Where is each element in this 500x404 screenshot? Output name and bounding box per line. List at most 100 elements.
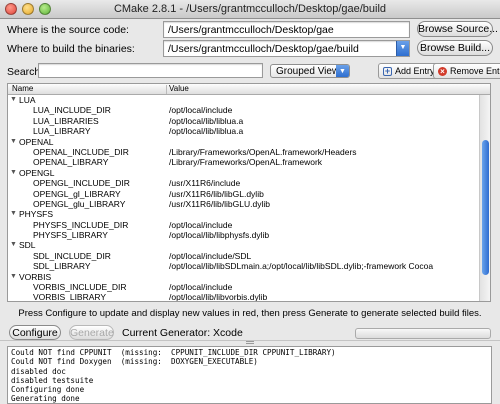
entry-value[interactable]: /Library/Frameworks/OpenAL.framework xyxy=(169,157,322,167)
column-header-value[interactable]: Value xyxy=(169,84,189,94)
entry-name: LUA_LIBRARY xyxy=(33,126,91,137)
tree-entry-row[interactable]: VORBIS_LIBRARY/opt/local/lib/libvorbis.d… xyxy=(8,292,480,302)
tree-group-name: SDL xyxy=(19,240,36,251)
entry-value[interactable]: /opt/local/lib/liblua.a xyxy=(169,116,243,126)
entry-value[interactable]: /usr/X11R6/include xyxy=(169,178,240,188)
entry-value[interactable]: /usr/X11R6/lib/libGL.dylib xyxy=(169,189,264,199)
disclosure-triangle-icon[interactable]: ▼ xyxy=(10,209,17,219)
tree-entry-row[interactable]: OPENGL_INCLUDE_DIR/usr/X11R6/include xyxy=(8,178,480,188)
window-title: CMake 2.8.1 - /Users/grantmcculloch/Desk… xyxy=(113,3,387,15)
tree-group-row[interactable]: ▼ VORBIS xyxy=(8,272,480,282)
source-path-input[interactable]: /Users/grantmcculloch/Desktop/gae xyxy=(163,21,410,38)
entry-name: VORBIS_LIBRARY xyxy=(33,292,107,302)
build-path-value: /Users/grantmcculloch/Desktop/gae/build xyxy=(168,43,359,55)
tree-entry-row[interactable]: LUA_LIBRARIES/opt/local/lib/liblua.a xyxy=(8,116,480,126)
entry-name: LUA_LIBRARIES xyxy=(33,115,99,126)
entry-value[interactable]: /opt/local/lib/libvorbis.dylib xyxy=(169,292,267,301)
current-generator: Current Generator: Xcode xyxy=(122,327,243,339)
log-line: disabled testsuite xyxy=(11,375,94,385)
cache-tree[interactable]: Name Value ▼ LUA LUA_INCLUDE_DIR/opt/local… xyxy=(7,83,491,302)
entry-name: OPENGL_glu_LIBRARY xyxy=(33,198,126,209)
tree-header: Name Value xyxy=(8,84,490,95)
tree-group-name: OPENGL xyxy=(19,167,55,178)
x-icon: × xyxy=(438,66,447,76)
tree-entry-row[interactable]: OPENGL_gl_LIBRARY/usr/X11R6/lib/libGL.dy… xyxy=(8,189,480,199)
output-log: Could NOT find CPPUNIT (missing: CPPUNIT… xyxy=(7,346,492,404)
entry-value[interactable]: /opt/local/include xyxy=(169,282,232,292)
tree-group-name: OPENAL xyxy=(19,136,54,147)
title-bar: CMake 2.8.1 - /Users/grantmcculloch/Desk… xyxy=(0,0,500,19)
log-line: disabled doc xyxy=(11,366,66,376)
tree-entry-row[interactable]: OPENAL_INCLUDE_DIR/Library/Frameworks/Op… xyxy=(8,147,480,157)
tree-entry-row[interactable]: LUA_INCLUDE_DIR/opt/local/include xyxy=(8,105,480,115)
entry-name: OPENAL_LIBRARY xyxy=(33,157,109,168)
remove-entry-label: Remove Entry xyxy=(450,66,500,76)
entry-name: LUA_INCLUDE_DIR xyxy=(33,105,111,116)
tree-group-row[interactable]: ▼ OPENAL xyxy=(8,137,480,147)
entry-name: OPENGL_gl_LIBRARY xyxy=(33,188,121,199)
view-select-value: Grouped View xyxy=(276,66,340,77)
disclosure-triangle-icon[interactable]: ▼ xyxy=(10,240,17,250)
log-line: Generating done xyxy=(11,394,80,404)
search-input[interactable] xyxy=(38,63,263,78)
disclosure-triangle-icon[interactable]: ▼ xyxy=(10,137,17,147)
hint-text: Press Configure to update and display ne… xyxy=(18,308,482,319)
entry-name: OPENGL_INCLUDE_DIR xyxy=(33,178,130,189)
entry-name: PHYSFS_LIBRARY xyxy=(33,230,108,241)
entry-name: SDL_INCLUDE_DIR xyxy=(33,250,111,261)
column-header-name[interactable]: Name xyxy=(12,84,33,94)
progress-bar xyxy=(355,328,491,339)
tree-group-row[interactable]: ▼ PHYSFS xyxy=(8,209,480,219)
remove-entry-button[interactable]: × Remove Entry xyxy=(433,63,500,79)
chevron-down-icon[interactable]: ▼ xyxy=(396,41,409,56)
entry-value[interactable]: /opt/local/lib/libSDLmain.a;/opt/local/l… xyxy=(169,261,433,271)
tree-rows: ▼ LUA LUA_INCLUDE_DIR/opt/local/include LUA… xyxy=(8,95,480,302)
entry-value[interactable]: /Library/Frameworks/OpenAL.framework/Hea… xyxy=(169,147,357,157)
tree-group-row[interactable]: ▼ OPENGL xyxy=(8,168,480,178)
log-line: Configuring done xyxy=(11,385,85,395)
source-label: Where is the source code: xyxy=(7,24,129,36)
tree-entry-row[interactable]: SDL_INCLUDE_DIR/opt/local/include/SDL xyxy=(8,251,480,261)
add-entry-button[interactable]: + Add Entry xyxy=(378,63,440,79)
entry-name: SDL_LIBRARY xyxy=(33,261,91,272)
entry-value[interactable]: /usr/X11R6/lib/libGLU.dylib xyxy=(169,199,270,209)
disclosure-triangle-icon[interactable]: ▼ xyxy=(10,95,17,105)
tree-entry-row[interactable]: SDL_LIBRARY/opt/local/lib/libSDLmain.a;/… xyxy=(8,261,480,271)
tree-group-name: PHYSFS xyxy=(19,209,54,220)
generate-button[interactable]: Generate xyxy=(69,325,114,340)
entry-name: VORBIS_INCLUDE_DIR xyxy=(33,282,127,293)
plus-icon: + xyxy=(383,65,392,76)
tree-group-name: VORBIS xyxy=(19,271,52,282)
entry-value[interactable]: /opt/local/lib/liblua.a xyxy=(169,126,243,136)
entry-value[interactable]: /opt/local/include/SDL xyxy=(169,251,251,261)
view-select[interactable]: Grouped View ▼ xyxy=(270,64,350,78)
main-content: Where is the source code: /Users/grantmc… xyxy=(0,19,500,404)
disclosure-triangle-icon[interactable]: ▼ xyxy=(10,168,17,178)
configure-button[interactable]: Configure xyxy=(9,325,61,340)
add-entry-label: Add Entry xyxy=(395,66,435,76)
log-line: Could NOT find CPPUNIT (missing: CPPUNIT… xyxy=(11,348,336,357)
tree-group-name: LUA xyxy=(19,95,36,105)
tree-entry-row[interactable]: OPENAL_LIBRARY/Library/Frameworks/OpenAL… xyxy=(8,157,480,167)
tree-vertical-scrollbar[interactable] xyxy=(479,95,490,301)
build-label: Where to build the binaries: xyxy=(7,43,135,55)
entry-value[interactable]: /opt/local/include xyxy=(169,105,232,115)
tree-entry-row[interactable]: LUA_LIBRARY/opt/local/lib/liblua.a xyxy=(8,126,480,136)
entry-name: OPENAL_INCLUDE_DIR xyxy=(33,146,129,157)
tree-entry-row[interactable]: PHYSFS_LIBRARY/opt/local/lib/libphysfs.d… xyxy=(8,230,480,240)
log-line: Could NOT find Doxygen (missing: DOXYGEN… xyxy=(11,357,258,367)
browse-build-button[interactable]: Browse Build... xyxy=(417,40,493,56)
tree-entry-row[interactable]: OPENGL_glu_LIBRARY/usr/X11R6/lib/libGLU.… xyxy=(8,199,480,209)
tree-group-row[interactable]: ▼ SDL xyxy=(8,240,480,250)
column-separator xyxy=(166,85,167,94)
tree-entry-row[interactable]: PHYSFS_INCLUDE_DIR/opt/local/include xyxy=(8,220,480,230)
splitter-grip[interactable] xyxy=(246,341,254,344)
entry-value[interactable]: /opt/local/lib/libphysfs.dylib xyxy=(169,230,269,240)
entry-value[interactable]: /opt/local/include xyxy=(169,220,232,230)
tree-entry-row[interactable]: VORBIS_INCLUDE_DIR/opt/local/include xyxy=(8,282,480,292)
tree-group-row[interactable]: ▼ LUA xyxy=(8,95,480,105)
disclosure-triangle-icon[interactable]: ▼ xyxy=(10,272,17,282)
browse-source-button[interactable]: Browse Source... xyxy=(417,21,498,37)
build-path-combo[interactable]: /Users/grantmcculloch/Desktop/gae/build … xyxy=(163,40,410,57)
scrollbar-thumb[interactable] xyxy=(482,140,489,275)
